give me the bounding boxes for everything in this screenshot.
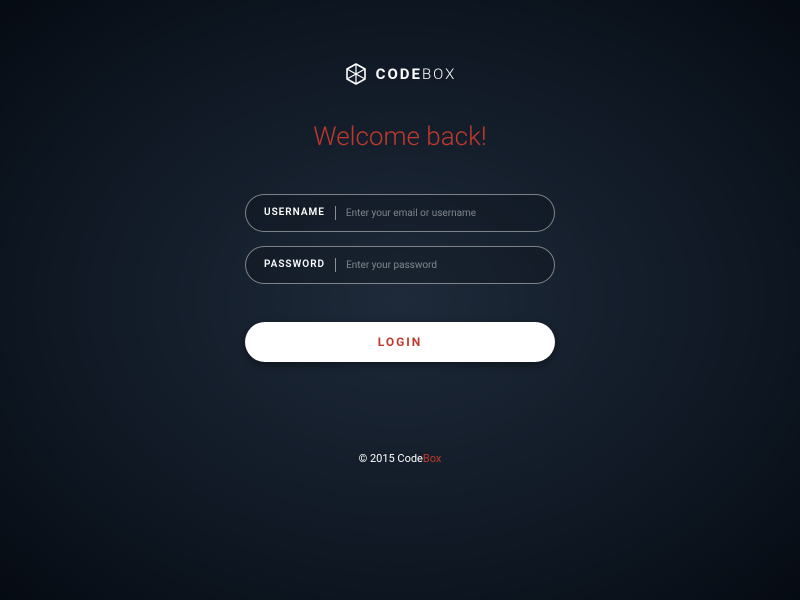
- footer-copyright: © 2015 CodeBox: [359, 452, 442, 465]
- username-field-container: USERNAME: [245, 194, 555, 232]
- password-input[interactable]: [336, 260, 536, 271]
- welcome-heading: Welcome back!: [313, 122, 486, 152]
- cube-icon: [344, 62, 368, 86]
- brand-name: CODEBOX: [376, 65, 457, 83]
- login-form: USERNAME PASSWORD LOGIN: [245, 194, 555, 362]
- password-label: PASSWORD: [264, 258, 336, 272]
- username-input[interactable]: [336, 208, 536, 219]
- username-label: USERNAME: [264, 206, 336, 220]
- password-field-container: PASSWORD: [245, 246, 555, 284]
- login-button[interactable]: LOGIN: [245, 322, 555, 362]
- brand-logo: CODEBOX: [344, 62, 457, 86]
